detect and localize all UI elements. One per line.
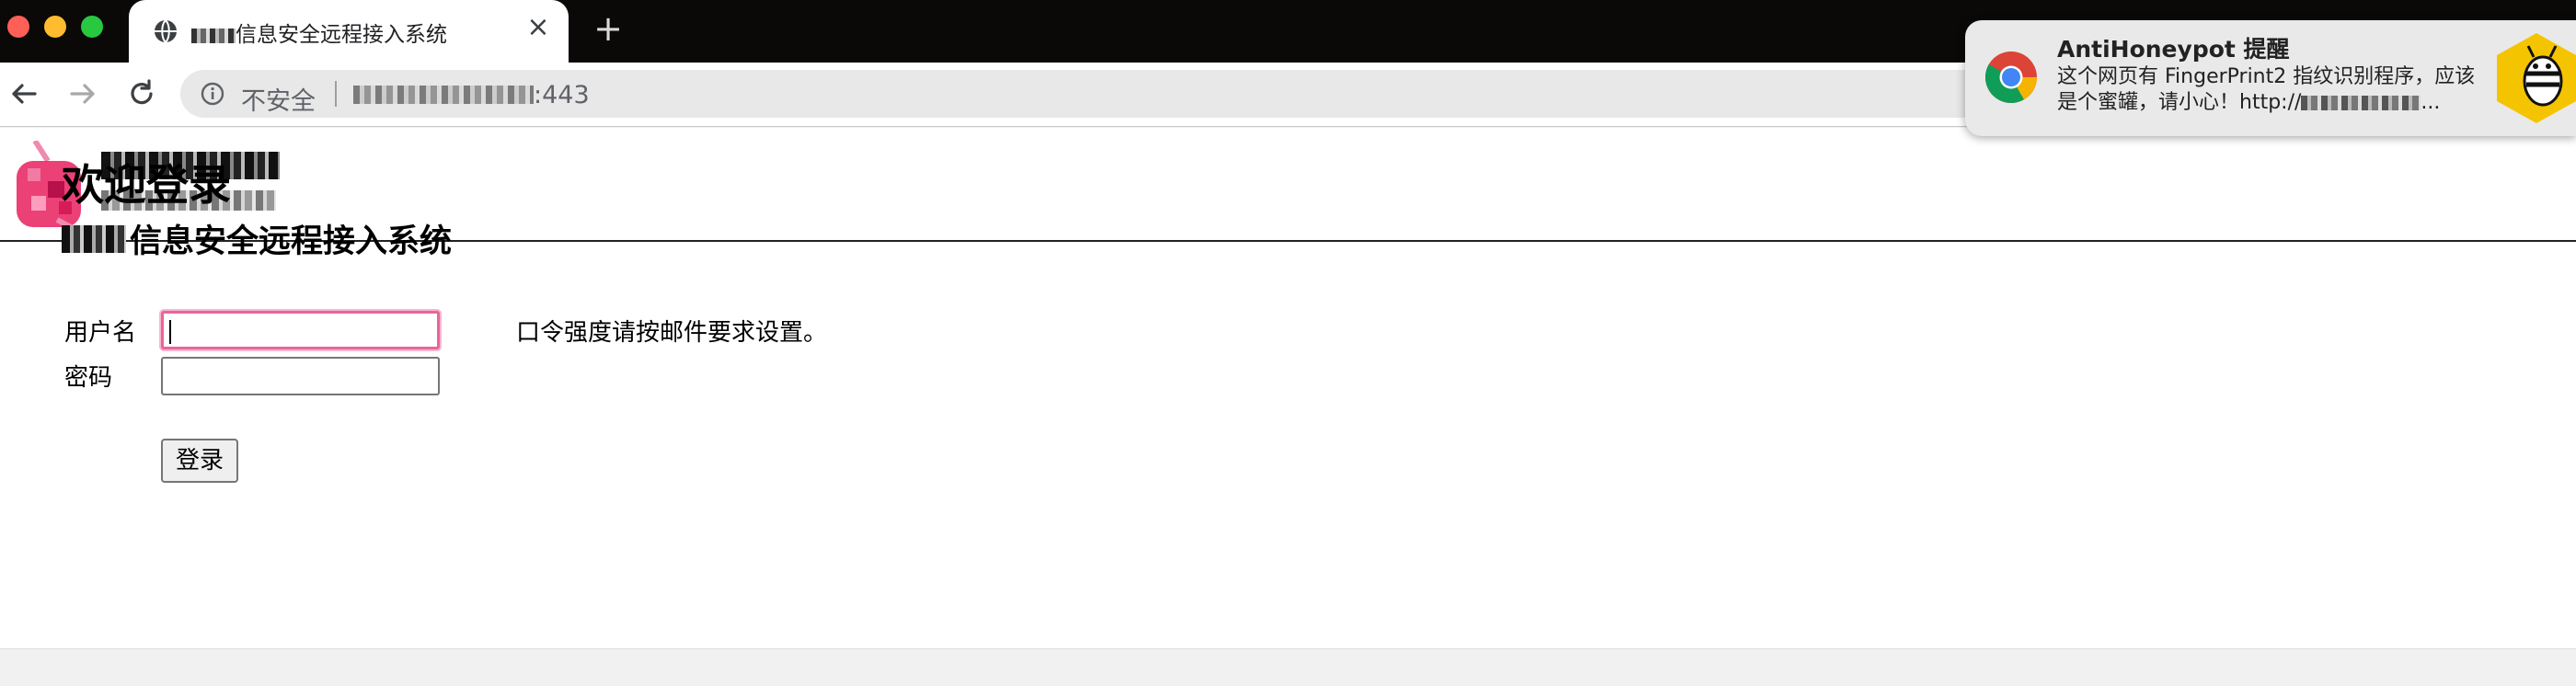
globe-icon xyxy=(155,19,177,43)
system-title: 信息安全远程接入系统 xyxy=(130,223,453,260)
text-caret xyxy=(169,320,171,344)
url-host-redacted xyxy=(353,86,534,104)
active-tab[interactable]: 信息安全远程接入系统 × xyxy=(129,0,569,63)
password-input[interactable] xyxy=(161,357,440,395)
username-label: 用户名 xyxy=(64,319,137,347)
back-arrow-icon[interactable] xyxy=(6,75,42,112)
username-input[interactable] xyxy=(161,311,440,349)
chrome-icon xyxy=(1985,51,2037,103)
notification-title: AntiHoneypot 提醒 xyxy=(2057,36,2290,63)
notification-line-1: 这个网页有 FingerPrint2 指纹识别程序，应该 xyxy=(2057,65,2476,88)
minimize-window-button[interactable] xyxy=(44,16,66,38)
info-icon[interactable] xyxy=(201,82,224,106)
notification-body: 这个网页有 FingerPrint2 指纹识别程序，应该 是个蜜罐，请小心！ht… xyxy=(2057,64,2482,116)
maximize-window-button[interactable] xyxy=(81,16,103,38)
page-bottom-band xyxy=(0,648,2576,686)
forward-arrow-icon[interactable] xyxy=(64,75,101,112)
new-tab-button[interactable]: + xyxy=(592,11,625,46)
tab-close-button[interactable]: × xyxy=(524,14,552,41)
address-separator xyxy=(335,81,337,107)
antihoneypot-notification[interactable]: AntiHoneypot 提醒 这个网页有 FingerPrint2 指纹识别程… xyxy=(1965,20,2576,136)
page-content: 欢迎登录 信息安全远程接入系统 用户名 口令强度请按邮件要求设置。 密码 登录 xyxy=(0,128,2576,648)
system-title-row: 信息安全远程接入系统 xyxy=(62,215,452,260)
reload-icon[interactable] xyxy=(123,75,160,112)
login-button[interactable]: 登录 xyxy=(161,439,238,483)
notification-url-redacted xyxy=(2301,96,2421,110)
security-status[interactable]: 不安全 xyxy=(241,81,316,117)
password-hint: 口令强度请按邮件要求设置。 xyxy=(516,319,828,347)
url-port: :443 xyxy=(534,81,590,109)
tab-title: 信息安全远程接入系统 xyxy=(191,17,447,48)
welcome-heading: 欢迎登录 xyxy=(62,160,231,210)
close-window-button[interactable] xyxy=(7,16,29,38)
password-label: 密码 xyxy=(64,364,113,392)
bee-icon xyxy=(2497,33,2576,123)
notification-line-2: 是个蜜罐，请小心！http://... xyxy=(2057,91,2441,114)
system-name-redacted xyxy=(62,224,126,253)
